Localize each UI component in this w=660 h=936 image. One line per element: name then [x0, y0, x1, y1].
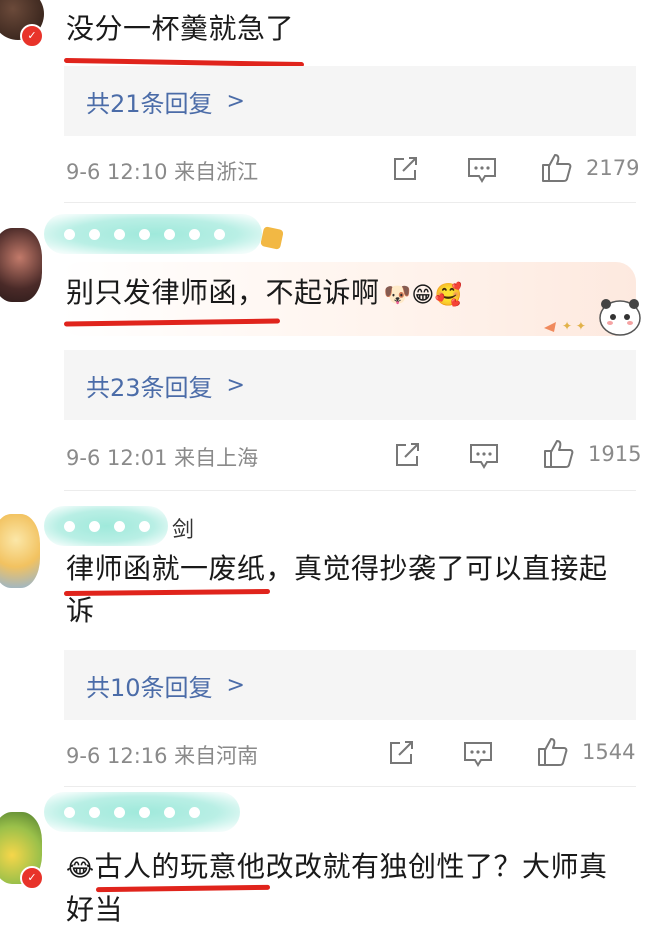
like-count: 2179 [586, 156, 640, 180]
like-count: 1915 [588, 442, 642, 466]
blur-dot [89, 520, 100, 532]
comment-meta: 9-6 12:16 来自河南 [66, 744, 259, 768]
emoji-group: 🐶😁🥰 [383, 283, 463, 308]
blur-dot [164, 228, 175, 240]
blur-dot [64, 806, 75, 818]
blur-dot [214, 228, 225, 240]
blur-dot [64, 520, 75, 532]
blur-dot [164, 806, 175, 818]
comment-meta: 9-6 12:01 来自上海 [66, 446, 259, 470]
thumbs-up-icon[interactable] [536, 736, 570, 768]
replies-label: 共10条回复 [86, 673, 213, 702]
comment-icon[interactable] [462, 739, 494, 769]
panda-sticker-icon: ✦ ✦ [544, 299, 641, 336]
blur-dot [89, 228, 100, 240]
thumbs-up-icon[interactable] [542, 438, 576, 470]
svg-text:✦ ✦: ✦ ✦ [562, 319, 586, 333]
comment-text: 没分一杯羹就急了 [66, 12, 295, 45]
share-icon[interactable] [386, 738, 416, 768]
blur-dot [139, 520, 150, 532]
chevron-right-icon: > [226, 672, 245, 698]
replies-link[interactable]: 共10条回复 > [64, 650, 636, 720]
like-count: 1544 [582, 740, 636, 764]
thumbs-up-icon[interactable] [540, 152, 574, 184]
blur-dot [114, 520, 125, 532]
nickname-blurred[interactable] [44, 214, 262, 254]
comment-text-body: 别只发律师函，不起诉啊 [66, 276, 380, 309]
comment-1: ✓ 没分一杯羹就急了 共21条回复 > 9-6 12:10 来自浙江 2179 [0, 0, 660, 202]
blur-dot [139, 806, 150, 818]
chevron-right-icon: > [226, 88, 245, 114]
blur-dot [189, 806, 200, 818]
nickname-blurred[interactable] [44, 792, 240, 832]
avatar[interactable] [0, 228, 42, 302]
replies-label: 共23条回复 [86, 373, 213, 402]
level-badge-icon [260, 226, 284, 250]
blur-dot [189, 228, 200, 240]
replies-label: 共21条回复 [86, 89, 213, 118]
replies-link[interactable]: 共21条回复 > [64, 66, 636, 136]
comment-2: 别只发律师函，不起诉啊 🐶😁🥰 ✦ ✦ 共23条回复 > 9-6 12:01 来自… [0, 202, 660, 492]
replies-link[interactable]: 共23条回复 > [64, 350, 636, 420]
share-icon[interactable] [390, 154, 420, 184]
verified-badge-icon: ✓ [20, 24, 44, 48]
chevron-right-icon: > [226, 372, 245, 398]
nickname-blurred[interactable] [44, 506, 168, 546]
avatar[interactable] [0, 514, 40, 588]
comment-meta: 9-6 12:10 来自浙江 [66, 160, 259, 184]
emoji-prefix: 😂 [66, 854, 95, 882]
blur-dot [114, 806, 125, 818]
comment-4: ✓ 😂古人的玩意他改改就有独创性了？大师真好当 [0, 786, 660, 936]
nickname-tail: 剑 [172, 518, 195, 543]
verified-badge-icon: ✓ [20, 866, 44, 890]
blur-dot [89, 806, 100, 818]
blur-dot [64, 228, 75, 240]
comment-icon[interactable] [468, 441, 500, 471]
comment-icon[interactable] [466, 155, 498, 185]
blur-dot [139, 228, 150, 240]
blur-dot [114, 228, 125, 240]
comment-3: 剑 律师函就一废纸，真觉得抄袭了可以直接起诉 共10条回复 > 9-6 12:1… [0, 490, 660, 786]
share-icon[interactable] [392, 440, 422, 470]
